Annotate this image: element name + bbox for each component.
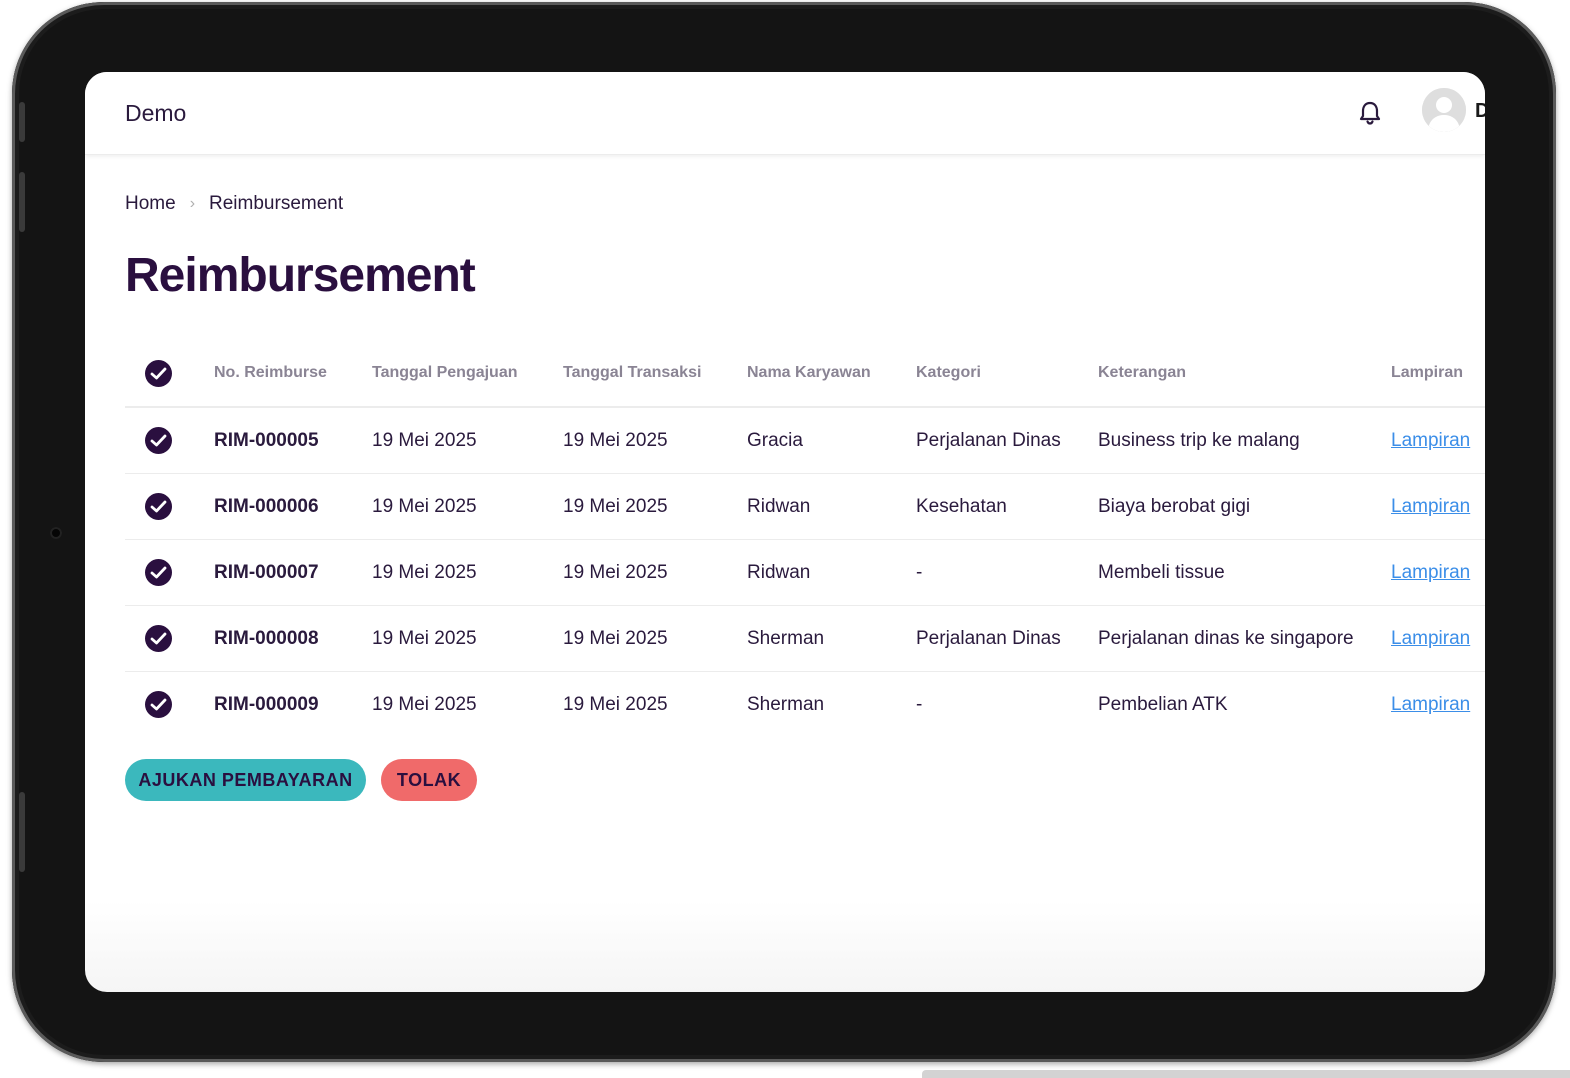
employee-name: Sherman: [747, 693, 825, 715]
column-header[interactable]: Tanggal Transaksi: [563, 340, 747, 408]
reimburse-number: RIM-000007: [214, 539, 372, 606]
reimburse-number: RIM-000008: [214, 605, 372, 672]
description: Membeli tissue: [1098, 539, 1391, 606]
row-select-cell: [125, 605, 214, 672]
category: -: [916, 693, 923, 715]
table-row: RIM-000006 19 Mei 2025 19 Mei 2025 Ridwa…: [125, 473, 1485, 540]
attachment-cell: Lampiran: [1391, 605, 1485, 672]
select-all-cell: [125, 340, 214, 408]
employee-name: Gracia: [747, 407, 916, 474]
attachment-cell: Lampiran: [1391, 407, 1485, 474]
column-header[interactable]: No. Reimburse: [214, 340, 372, 408]
column-header[interactable]: Lampiran: [1391, 340, 1485, 408]
attachment-cell: Lampiran: [1391, 539, 1485, 606]
top-navbar: Demo D: [85, 72, 1485, 155]
row-checkbox[interactable]: [145, 691, 172, 718]
check-icon: [150, 632, 167, 645]
transaction-date: 19 Mei 2025: [563, 407, 747, 474]
submission-date: 19 Mei 2025: [372, 473, 563, 540]
table-row: RIM-000008 19 Mei 2025 19 Mei 2025 Sherm…: [125, 605, 1485, 672]
attachment-link[interactable]: Lampiran: [1391, 694, 1470, 715]
check-icon: [150, 566, 167, 579]
category: -: [916, 539, 1098, 606]
category: Perjalanan Dinas: [916, 605, 1098, 672]
column-header[interactable]: Nama Karyawan: [747, 340, 916, 408]
chevron-right-icon: ›: [189, 195, 196, 212]
side-button: [19, 792, 25, 872]
row-checkbox[interactable]: [145, 427, 172, 454]
front-camera: [50, 527, 62, 539]
user-avatar-icon[interactable]: [1422, 88, 1466, 132]
volume-button: [19, 172, 25, 232]
column-header[interactable]: Tanggal Pengajuan: [372, 340, 563, 408]
description: Pembelian ATK: [1098, 693, 1228, 715]
transaction-date: 19 Mei 2025: [563, 693, 668, 715]
employee-name: Ridwan: [747, 539, 916, 606]
transaction-date: 19 Mei 2025: [563, 539, 747, 606]
attachment-cell: Lampiran: [1391, 473, 1485, 540]
row-checkbox[interactable]: [145, 493, 172, 520]
breadcrumb: Home › Reimbursement: [125, 193, 343, 215]
employee-name: Sherman: [747, 605, 916, 672]
reject-button[interactable]: TOLAK: [381, 759, 477, 801]
check-icon: [150, 500, 167, 513]
attachment-link[interactable]: Lampiran: [1391, 628, 1470, 649]
reimburse-number: RIM-000005: [214, 407, 372, 474]
submission-date: 19 Mei 2025: [372, 407, 563, 474]
attachment-link[interactable]: Lampiran: [1391, 430, 1470, 451]
description: Business trip ke malang: [1098, 407, 1391, 474]
reimbursement-table: No. Reimburse Tanggal Pengajuan Tanggal …: [125, 340, 1485, 737]
bell-icon[interactable]: [1353, 96, 1387, 130]
transaction-date: 19 Mei 2025: [563, 605, 747, 672]
transaction-date: 19 Mei 2025: [563, 473, 747, 540]
breadcrumb-home[interactable]: Home: [125, 193, 176, 215]
row-select-cell: [125, 407, 214, 474]
app-screen: Demo D Home › Reimbursement Reimbursemen…: [85, 72, 1485, 992]
row-checkbox[interactable]: [145, 625, 172, 652]
check-icon: [150, 367, 167, 379]
page-title: Reimbursement: [125, 249, 476, 302]
check-icon: [150, 698, 167, 711]
check-icon: [150, 434, 167, 447]
category: Perjalanan Dinas: [916, 407, 1098, 474]
submission-date: 19 Mei 2025: [372, 693, 477, 715]
app-title: Demo: [125, 100, 187, 126]
home-indicator-bar: [922, 1070, 1570, 1078]
row-select-cell: [125, 473, 214, 540]
reimburse-number: RIM-000009: [214, 693, 319, 715]
column-header[interactable]: Kategori: [916, 340, 1098, 408]
row-checkbox[interactable]: [145, 559, 172, 586]
submission-date: 19 Mei 2025: [372, 605, 563, 672]
row-select-cell: [125, 672, 214, 738]
select-all-checkbox[interactable]: [145, 359, 172, 387]
volume-button: [19, 102, 25, 142]
attachment-cell: Lampiran: [1391, 672, 1485, 738]
table-row: RIM-000005 19 Mei 2025 19 Mei 2025 Graci…: [125, 407, 1485, 474]
table-row: RIM-000007 19 Mei 2025 19 Mei 2025 Ridwa…: [125, 539, 1485, 606]
breadcrumb-current: Reimbursement: [209, 193, 344, 214]
user-name-label[interactable]: D: [1475, 100, 1485, 123]
submit-payment-button[interactable]: AJUKAN PEMBAYARAN: [125, 759, 366, 801]
table-header-row: No. Reimburse Tanggal Pengajuan Tanggal …: [125, 340, 1485, 408]
attachment-link[interactable]: Lampiran: [1391, 496, 1470, 517]
description: Biaya berobat gigi: [1098, 473, 1391, 540]
row-select-cell: [125, 539, 214, 606]
reimburse-number: RIM-000006: [214, 473, 372, 540]
table-row: RIM-000009 19 Mei 2025 19 Mei 2025 Sherm…: [125, 672, 1485, 738]
submission-date: 19 Mei 2025: [372, 539, 563, 606]
column-header[interactable]: Keterangan: [1098, 340, 1391, 408]
description: Perjalanan dinas ke singapore: [1098, 605, 1391, 672]
category: Kesehatan: [916, 473, 1098, 540]
attachment-link[interactable]: Lampiran: [1391, 562, 1470, 583]
employee-name: Ridwan: [747, 473, 916, 540]
